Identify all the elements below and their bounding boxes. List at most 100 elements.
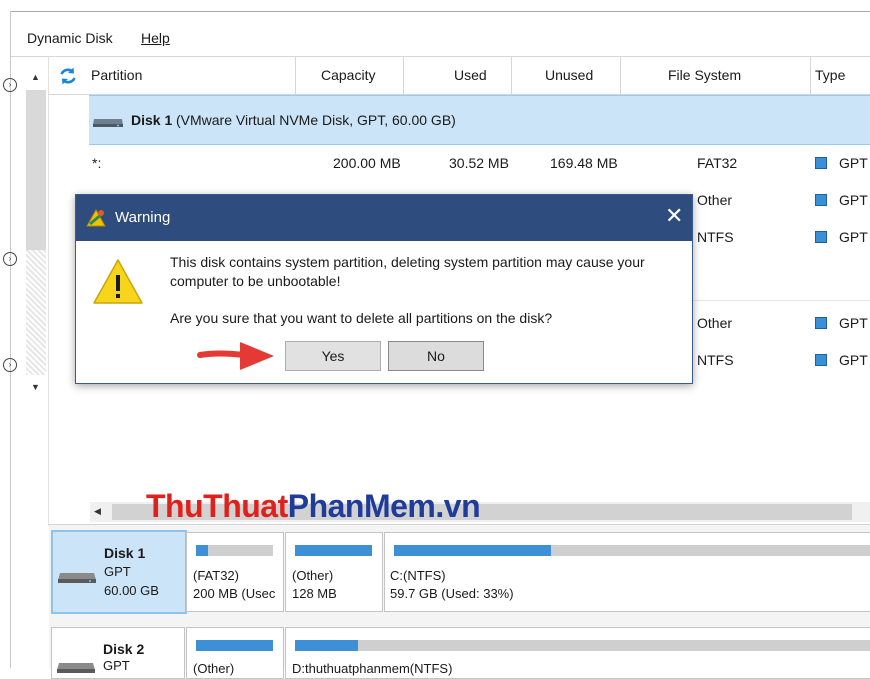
dialog-title-bar[interactable]: Warning ✕ [76, 195, 692, 241]
partition-block[interactable]: (Other) 128 MB [285, 532, 383, 612]
yes-button[interactable]: Yes [285, 341, 381, 371]
usage-bar [295, 640, 870, 651]
collapse-indicator-icon[interactable]: › [3, 78, 17, 92]
partition-label: (Other) [292, 568, 334, 583]
usage-bar [295, 545, 372, 556]
disk-card-name: Disk 1 [104, 545, 146, 561]
vertical-scrollbar-track [26, 250, 46, 375]
window-left-border [10, 11, 11, 668]
partition-unused: 169.48 MB [550, 155, 618, 171]
usage-bar-fill [196, 640, 273, 651]
red-arrow-icon [197, 342, 274, 370]
partition-type-icon [815, 157, 827, 169]
column-header-partition[interactable]: Partition [91, 67, 142, 83]
column-header-unused[interactable]: Unused [545, 67, 593, 83]
disk-card-style: GPT [103, 658, 130, 673]
partition-file-system: FAT32 [697, 155, 738, 171]
partition-capacity: 200.00 MB [333, 155, 401, 171]
dialog-question: Are you sure that you want to delete all… [170, 310, 553, 326]
partition-used: 30.52 MB [449, 155, 509, 171]
partition-label: C:(NTFS) [390, 568, 446, 583]
column-separator[interactable] [403, 57, 404, 94]
scroll-down-arrow-icon[interactable]: ▼ [31, 382, 40, 392]
dialog-message-line-2: computer to be unbootable! [170, 273, 341, 289]
dialog-title: Warning [115, 209, 171, 226]
disk-card-name: Disk 2 [103, 641, 145, 657]
menu-dynamic-disk[interactable]: Dynamic Disk [27, 30, 113, 46]
usage-bar [196, 545, 273, 556]
warning-dialog: Warning ✕ This disk contains system part… [75, 194, 693, 384]
menu-bar: Dynamic Disk Help [11, 22, 870, 56]
usage-bar-fill [394, 545, 552, 556]
disk-1-card[interactable]: Disk 1 GPT 60.00 GB [51, 530, 187, 614]
hard-disk-icon [57, 663, 95, 673]
column-separator[interactable] [295, 57, 296, 94]
close-icon[interactable]: ✕ [665, 205, 683, 227]
partition-file-system: Other [697, 315, 733, 331]
partition-name[interactable]: *: [92, 155, 101, 171]
partition-detail: 128 MB [292, 586, 337, 601]
column-separator[interactable] [511, 57, 512, 94]
hard-disk-icon [93, 119, 123, 127]
collapse-indicator-icon[interactable]: › [3, 358, 17, 372]
warning-icon [93, 259, 143, 304]
hard-disk-icon [58, 573, 96, 583]
scroll-up-arrow-icon[interactable]: ▲ [31, 72, 40, 82]
disk-card-size: 60.00 GB [104, 583, 159, 598]
watermark: ThuThuatPhanMem.vn [146, 488, 481, 525]
partition-block[interactable]: (FAT32) 200 MB (Usec [186, 532, 284, 612]
partition-block[interactable]: C:(NTFS) 59.7 GB (Used: 33%) [384, 532, 870, 612]
partition-type: GPT [839, 352, 868, 368]
partition-file-system: NTFS [697, 352, 734, 368]
watermark-part: Mem [363, 488, 436, 524]
refresh-icon[interactable] [58, 66, 78, 86]
partition-type: GPT [839, 229, 868, 245]
partition-type-icon [815, 194, 827, 206]
collapse-indicator-icon[interactable]: › [3, 252, 17, 266]
column-separator[interactable] [810, 57, 811, 94]
dialog-message-line-1: This disk contains system partition, del… [170, 254, 645, 270]
partition-detail: 59.7 GB (Used: 33%) [390, 586, 514, 601]
disk-2-card[interactable]: Disk 2 GPT [51, 627, 185, 679]
watermark-part: Phan [287, 488, 365, 524]
partition-type: GPT [839, 155, 868, 171]
column-header-used[interactable]: Used [454, 67, 487, 83]
disk-1-row[interactable]: Disk 1 (VMware Virtual NVMe Disk, GPT, 6… [89, 95, 870, 145]
watermark-part: .vn [435, 488, 481, 524]
partition-label: (Other) [193, 661, 235, 676]
menu-help[interactable]: Help [141, 30, 170, 46]
partition-type: GPT [839, 192, 868, 208]
disk-1-description: (VMware Virtual NVMe Disk, GPT, 60.00 GB… [176, 112, 456, 128]
usage-bar-fill [295, 640, 359, 651]
partition-file-system: NTFS [697, 229, 734, 245]
partition-block[interactable]: (Other) [186, 627, 284, 679]
partition-label: (FAT32) [193, 568, 239, 583]
partition-type-icon [815, 354, 827, 366]
partition-type-icon [815, 317, 827, 329]
partition-type-icon [815, 231, 827, 243]
partition-file-system: Other [697, 192, 733, 208]
column-separator[interactable] [620, 57, 621, 94]
usage-bar-fill [295, 545, 372, 556]
window-top-border [10, 11, 870, 12]
watermark-part: Thu [146, 488, 204, 524]
partition-table-header: Partition Capacity Used Unused File Syst… [49, 57, 870, 95]
partition-label: D:thuthuatphanmem(NTFS) [292, 661, 453, 676]
watermark-part: Thuat [203, 488, 288, 524]
column-header-type[interactable]: Type [815, 67, 845, 83]
panel-divider [48, 56, 49, 526]
partition-block[interactable]: D:thuthuatphanmem(NTFS) [285, 627, 870, 679]
usage-bar-fill [196, 545, 208, 556]
usage-bar [196, 640, 273, 651]
no-button[interactable]: No [388, 341, 484, 371]
column-header-file-system[interactable]: File System [668, 67, 741, 83]
partition-detail: 200 MB (Usec [193, 586, 276, 601]
scroll-left-arrow-icon[interactable]: ◀ [94, 506, 101, 517]
vertical-scrollbar-thumb[interactable] [26, 90, 46, 250]
partition-type: GPT [839, 315, 868, 331]
column-header-capacity[interactable]: Capacity [321, 67, 375, 83]
app-logo-icon [86, 208, 106, 227]
usage-bar [394, 545, 870, 556]
disk-card-style: GPT [104, 564, 131, 579]
disk-1-label: Disk 1 [131, 112, 173, 128]
